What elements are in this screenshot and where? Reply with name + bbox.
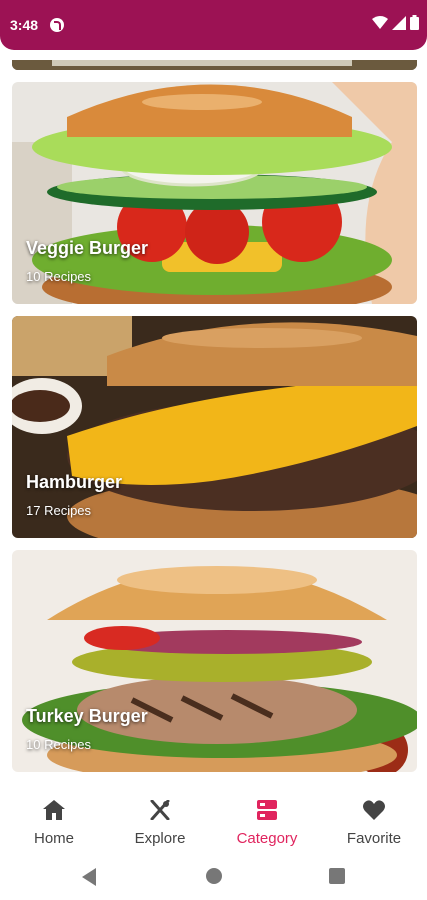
category-list[interactable]: Veggie Burger 10 Recipes Hamburger 17 Re… [0,50,427,780]
fork-knife-icon [150,799,170,821]
category-card-hamburger[interactable]: Hamburger 17 Recipes [12,316,417,538]
category-recipe-count: 17 Recipes [26,503,92,518]
heart-icon [363,800,385,820]
category-icon [257,800,277,820]
nav-explore-label: Explore [134,830,186,847]
status-bar: 3:48 [0,0,427,50]
category-title: Turkey Burger [26,706,148,726]
nav-home-label: Home [33,830,74,847]
status-icons [372,15,419,30]
nav-category[interactable]: Category [217,800,317,847]
category-card-veggie-burger[interactable]: Veggie Burger 10 Recipes [12,82,417,304]
nav-home[interactable]: Home [4,800,104,847]
home-circle-icon[interactable] [206,868,222,884]
card-image-partial [12,60,417,70]
wifi-icon [372,16,388,29]
nav-category-label: Category [236,830,298,847]
back-icon[interactable] [82,868,98,886]
bottom-navigation: Home Explore Category Favorite [0,790,427,858]
signal-icon [392,16,406,30]
recents-icon[interactable] [329,868,345,884]
nav-favorite[interactable]: Favorite [324,800,424,847]
system-navigation-bar [0,858,427,900]
category-card-partial[interactable] [12,60,417,70]
nav-favorite-label: Favorite [346,830,402,847]
category-title: Veggie Burger [26,238,149,258]
category-recipe-count: 10 Recipes [26,737,92,752]
app-notification-icon [50,18,64,32]
home-icon [43,800,65,820]
category-card-turkey-burger[interactable]: Turkey Burger 10 Recipes [12,550,417,772]
nav-explore[interactable]: Explore [110,799,210,847]
status-time: 3:48 [10,17,39,33]
battery-icon [410,15,419,30]
category-title: Hamburger [26,472,123,492]
category-recipe-count: 10 Recipes [26,269,92,284]
